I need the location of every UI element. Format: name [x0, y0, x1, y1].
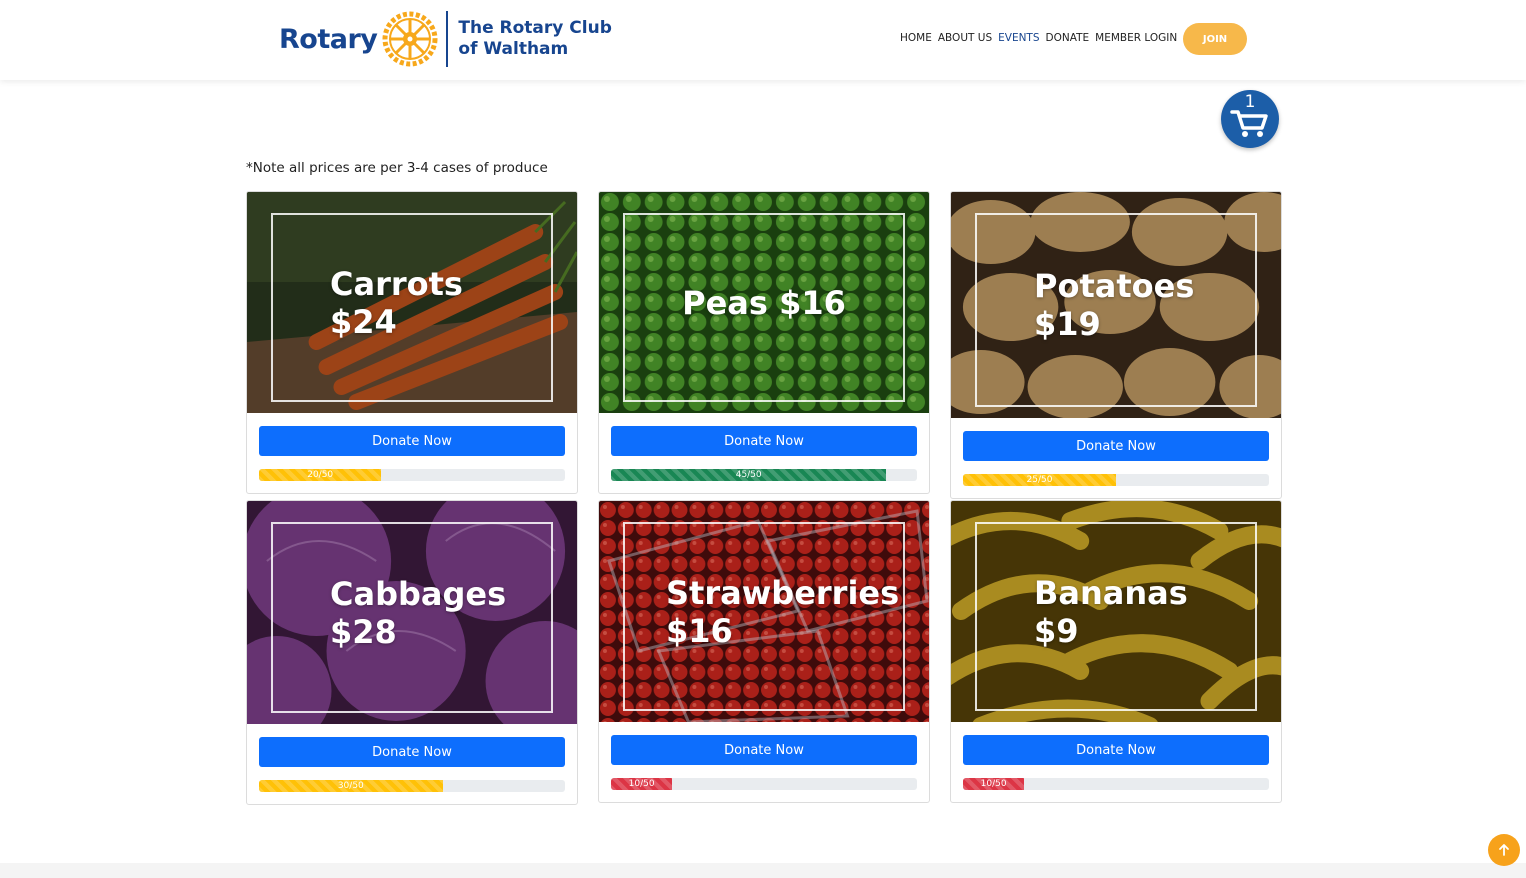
donation-progress: 10/50	[963, 778, 1269, 790]
donate-now-button[interactable]: Donate Now	[963, 735, 1269, 765]
nav-events[interactable]: EVENTS	[998, 32, 1039, 44]
shopping-cart-icon	[1230, 110, 1268, 137]
progress-bar: 30/50	[259, 780, 443, 792]
product-price: $16	[779, 283, 846, 322]
progress-bar: 45/50	[611, 469, 887, 481]
product-price: $19	[1034, 305, 1101, 343]
donate-now-button[interactable]: Donate Now	[963, 431, 1269, 461]
product-name: Potatoes	[1034, 267, 1195, 305]
product-image-bananas: Bananas $9	[951, 501, 1281, 722]
progress-bar: 10/50	[611, 778, 673, 790]
product-name: Carrots	[330, 264, 463, 303]
club-name-line2: of Waltham	[458, 39, 569, 59]
donation-progress: 20/50	[259, 469, 565, 481]
scroll-to-top-button[interactable]	[1488, 834, 1520, 866]
product-name: Cabbages	[330, 574, 507, 613]
donation-progress: 30/50	[259, 780, 565, 792]
club-name: The Rotary Club of Waltham	[458, 18, 611, 60]
product-title-cabbages: Cabbages $28	[247, 575, 577, 651]
product-card-strawberries: Strawberries $16 Donate Now 10/50	[598, 500, 930, 803]
donation-progress: 45/50	[611, 469, 917, 481]
main-nav: HOME ABOUT US EVENTS DONATE MEMBER LOGIN	[900, 32, 1177, 44]
product-title-carrots: Carrots $24	[247, 265, 577, 341]
nav-about-us[interactable]: ABOUT US	[938, 32, 992, 44]
rotary-wheel-icon	[382, 11, 438, 67]
donate-now-button[interactable]: Donate Now	[611, 735, 917, 765]
product-title-bananas: Bananas $9	[951, 574, 1281, 650]
product-name: Bananas	[1034, 573, 1188, 612]
product-image-cabbages: Cabbages $28	[247, 501, 577, 724]
product-image-potatoes: Potatoes $19	[951, 192, 1281, 418]
product-title-strawberries: Strawberries $16	[599, 574, 929, 650]
cart-button[interactable]: 1	[1221, 90, 1279, 148]
footer-strip	[0, 863, 1526, 878]
product-title-peas: Peas $16	[599, 284, 929, 322]
product-title-potatoes: Potatoes $19	[951, 267, 1281, 343]
product-card-bananas: Bananas $9 Donate Now 10/50	[950, 500, 1282, 803]
progress-bar: 20/50	[259, 469, 382, 481]
pricing-note: *Note all prices are per 3-4 cases of pr…	[246, 160, 548, 176]
donation-progress: 10/50	[611, 778, 917, 790]
product-card-cabbages: Cabbages $28 Donate Now 30/50	[246, 500, 578, 805]
product-name: Peas	[682, 283, 768, 322]
progress-bar: 10/50	[963, 778, 1025, 790]
logo-divider	[446, 11, 449, 67]
join-button[interactable]: JOIN	[1183, 23, 1247, 55]
donate-now-button[interactable]: Donate Now	[611, 426, 917, 456]
nav-home[interactable]: HOME	[900, 32, 932, 44]
club-name-line1: The Rotary Club	[458, 18, 612, 38]
site-header: Rotary The Rotary Club of Waltham HOME A…	[0, 0, 1526, 80]
rotary-logo[interactable]: Rotary The Rotary Club of Waltham	[279, 10, 612, 68]
nav-donate[interactable]: DONATE	[1046, 32, 1090, 44]
product-card-potatoes: Potatoes $19 Donate Now 25/50	[950, 191, 1282, 499]
product-image-carrots: Carrots $24	[247, 192, 577, 413]
product-price: $24	[330, 302, 397, 341]
product-price: $16	[666, 611, 733, 650]
arrow-up-icon	[1499, 844, 1509, 856]
product-price: $9	[1034, 611, 1079, 650]
donate-now-button[interactable]: Donate Now	[259, 426, 565, 456]
product-name: Strawberries	[666, 573, 900, 612]
progress-bar: 25/50	[963, 474, 1116, 486]
donate-now-button[interactable]: Donate Now	[259, 737, 565, 767]
nav-member-login[interactable]: MEMBER LOGIN	[1095, 32, 1177, 44]
product-image-strawberries: Strawberries $16	[599, 501, 929, 722]
product-card-peas: Peas $16 Donate Now 45/50	[598, 191, 930, 494]
donation-progress: 25/50	[963, 474, 1269, 486]
product-price: $28	[330, 612, 397, 651]
product-image-peas: Peas $16	[599, 192, 929, 413]
logo-wordmark: Rotary	[279, 23, 378, 55]
product-card-carrots: Carrots $24 Donate Now 20/50	[246, 191, 578, 494]
